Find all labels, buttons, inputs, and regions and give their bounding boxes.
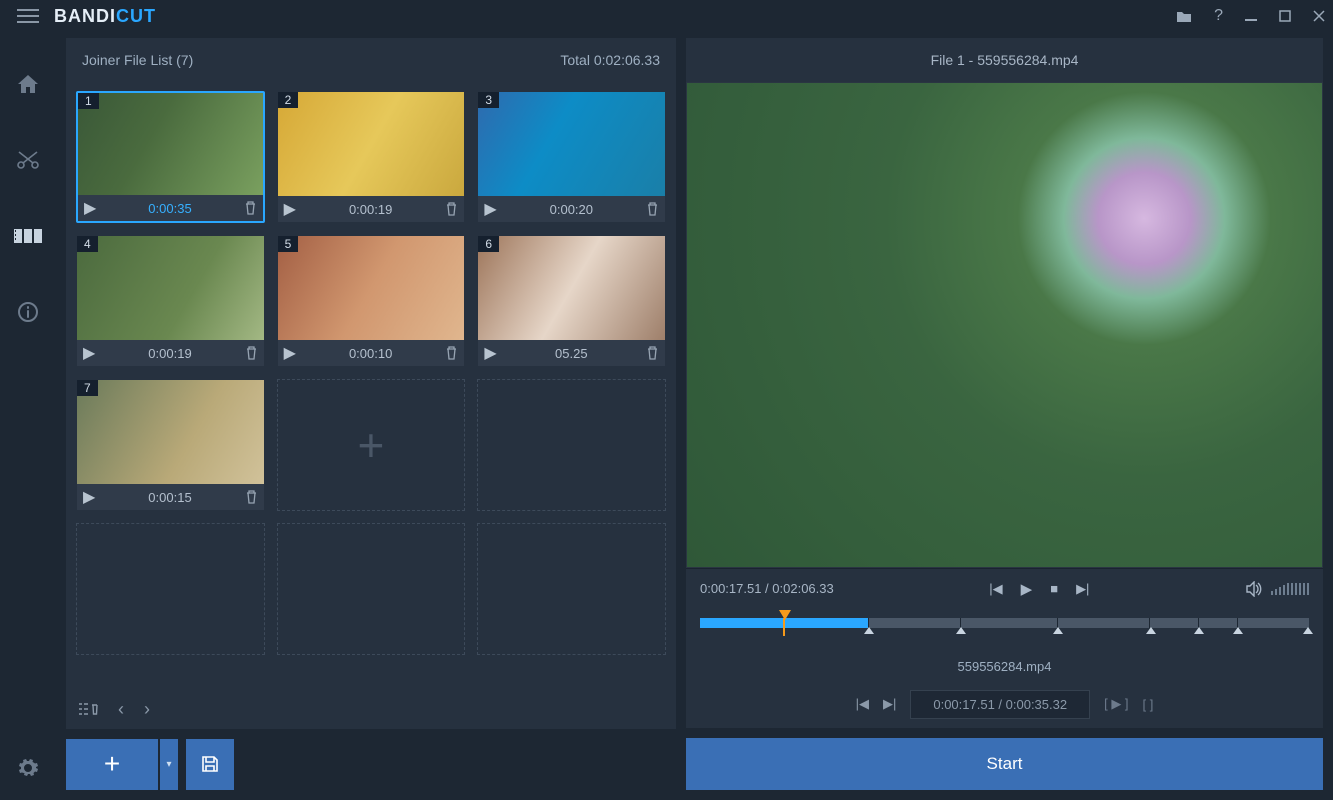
cut-icon[interactable] [0,142,56,178]
open-folder-icon[interactable] [1176,10,1192,23]
maximize-icon[interactable] [1279,10,1291,22]
clip-index: 7 [77,380,98,396]
clip-controls: |◀ ▶| 0:00:17.51 / 0:00:35.32 [ ▶ ] [ ] [686,680,1323,728]
sidebar [0,32,56,800]
clip-duration: 0:00:20 [503,202,640,217]
next-icon[interactable]: › [144,699,150,720]
preview-title: File 1 - 559556284.mp4 [686,38,1323,82]
clip-time: 0:00:17.51 / 0:00:35.32 [910,690,1090,719]
clip-index: 4 [77,236,98,252]
help-icon[interactable]: ? [1214,7,1223,25]
next-clip-icon[interactable]: ▶| [1076,581,1089,597]
empty-slot [477,379,666,511]
seek-start-icon[interactable]: |◀ [856,696,869,712]
mark-in-icon[interactable]: [ ▶ ] [1104,696,1128,712]
clip-tile[interactable]: 1 ▶ 0:00:35 [76,91,265,223]
timeline[interactable] [686,608,1323,652]
current-clip-name: 559556284.mp4 [686,652,1323,680]
trash-icon[interactable] [245,346,258,360]
clip-grid: 1 ▶ 0:00:35 2 ▶ 0:00:19 3 ▶ 0:00:20 4 ▶ 0:00… [66,81,676,691]
clip-tile[interactable]: 6 ▶ 05.25 [477,235,666,367]
list-footer: ‹ › [66,691,676,728]
clip-index: 3 [478,92,499,108]
prev-clip-icon[interactable]: |◀ [989,581,1002,597]
trash-icon[interactable] [646,202,659,216]
seek-end-icon[interactable]: ▶| [883,696,896,712]
play-icon[interactable]: ▶ [1021,580,1033,598]
list-title: Joiner File List (7) [82,52,193,68]
play-icon[interactable]: ▶ [284,343,296,363]
plus-icon: + [104,748,120,780]
empty-slot [477,523,666,655]
trash-icon[interactable] [445,346,458,360]
prev-icon[interactable]: ‹ [118,699,124,720]
settings-icon[interactable] [0,750,56,786]
clip-index: 2 [278,92,299,108]
playback-time: 0:00:17.51 / 0:02:06.33 [700,581,834,596]
save-button[interactable] [186,739,234,790]
play-icon[interactable]: ▶ [284,199,296,219]
trash-icon[interactable] [245,490,258,504]
clip-duration: 0:00:19 [302,202,439,217]
clip-tile[interactable]: 2 ▶ 0:00:19 [277,91,466,223]
title-bar: BANDICUT ? [0,0,1333,32]
volume-icon[interactable] [1245,581,1263,597]
trash-icon[interactable] [244,201,257,215]
mark-out-icon[interactable]: [ ] [1143,697,1154,712]
clip-duration: 0:00:15 [101,490,238,505]
total-duration: Total 0:02:06.33 [560,52,660,68]
start-button[interactable]: Start [686,738,1323,790]
add-dropdown-icon[interactable]: ▾ [160,739,178,790]
minimize-icon[interactable] [1245,10,1257,22]
menu-button[interactable] [8,9,48,23]
app-logo: BANDICUT [54,6,156,27]
video-preview[interactable] [686,82,1323,568]
file-list-panel: Joiner File List (7) Total 0:02:06.33 1 … [66,38,676,790]
play-icon[interactable]: ▶ [484,343,496,363]
clip-tile[interactable]: 3 ▶ 0:00:20 [477,91,666,223]
clip-index: 5 [278,236,299,252]
transport-bar: 0:00:17.51 / 0:02:06.33 |◀ ▶ ■ ▶| [686,568,1323,608]
play-icon[interactable]: ▶ [83,487,95,507]
empty-slot [277,523,466,655]
clip-tile[interactable]: 4 ▶ 0:00:19 [76,235,265,367]
clip-index: 1 [78,93,99,109]
volume-level[interactable] [1271,583,1309,595]
home-icon[interactable] [0,66,56,102]
play-icon[interactable]: ▶ [84,198,96,218]
clip-index: 6 [478,236,499,252]
preview-panel: File 1 - 559556284.mp4 0:00:17.51 / 0:02… [686,38,1323,790]
add-clip-tile[interactable]: + [277,379,466,511]
add-video-button[interactable]: + ▾ [66,739,178,790]
clip-tile[interactable]: 7 ▶ 0:00:15 [76,379,265,511]
clip-tile[interactable]: 5 ▶ 0:00:10 [277,235,466,367]
stop-icon[interactable]: ■ [1050,581,1058,596]
clip-duration: 0:00:35 [102,201,237,216]
trash-icon[interactable] [445,202,458,216]
list-clear-icon[interactable] [78,702,98,717]
info-icon[interactable] [0,294,56,330]
clip-duration: 05.25 [503,346,640,361]
plus-icon: + [358,418,385,472]
close-icon[interactable] [1313,10,1325,22]
clip-duration: 0:00:19 [101,346,238,361]
play-icon[interactable]: ▶ [83,343,95,363]
trash-icon[interactable] [646,346,659,360]
empty-slot [76,523,265,655]
join-icon[interactable] [0,218,56,254]
clip-duration: 0:00:10 [302,346,439,361]
play-icon[interactable]: ▶ [484,199,496,219]
